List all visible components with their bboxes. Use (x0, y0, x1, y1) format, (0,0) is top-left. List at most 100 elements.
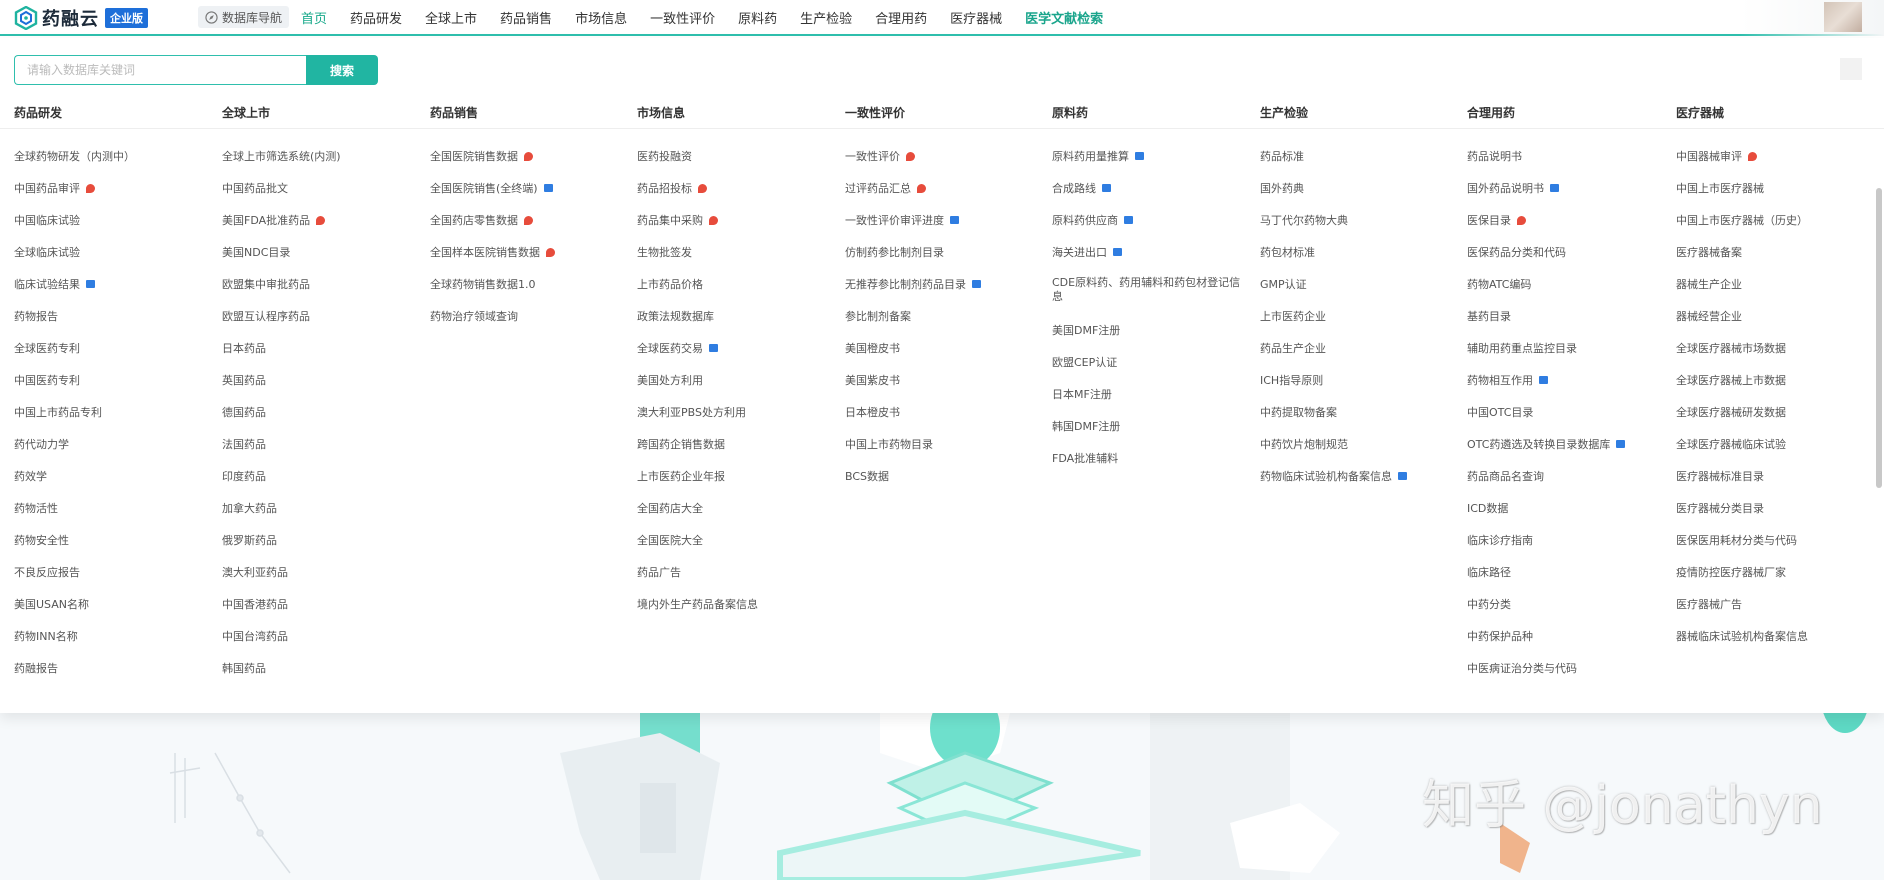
database-link[interactable]: 医保医用耗材分类与代码 (1676, 532, 1808, 564)
database-link[interactable]: 药融报告 (14, 660, 135, 692)
nav-global-launch[interactable]: 全球上市 (425, 8, 477, 27)
database-link[interactable]: 临床诊疗指南 (1467, 532, 1625, 564)
database-link[interactable]: 器械经营企业 (1676, 308, 1808, 340)
database-link[interactable]: 全球药物销售数据1.0 (430, 276, 555, 308)
database-link[interactable]: 药物活性 (14, 500, 135, 532)
nav-drug-sales[interactable]: 药品销售 (500, 8, 552, 27)
database-link[interactable]: 药代动力学 (14, 436, 135, 468)
database-link[interactable]: 全国药店零售数据 (430, 212, 555, 244)
database-link[interactable]: 欧盟CEP认证 (1052, 354, 1242, 386)
database-link[interactable]: 中国药品审评 (14, 180, 135, 212)
database-link[interactable]: 美国处方利用 (637, 372, 758, 404)
database-link[interactable]: 临床试验结果 (14, 276, 135, 308)
database-link[interactable]: 韩国药品 (222, 660, 341, 692)
database-link[interactable]: 参比制剂备案 (845, 308, 981, 340)
database-link[interactable]: 印度药品 (222, 468, 341, 500)
database-link[interactable]: 中药饮片炮制规范 (1260, 436, 1407, 468)
search-button[interactable]: 搜索 (306, 55, 378, 85)
nav-medical-devices[interactable]: 医疗器械 (950, 8, 1002, 27)
database-link[interactable]: 中国OTC目录 (1467, 404, 1625, 436)
database-link[interactable]: 中国上市药物目录 (845, 436, 981, 468)
database-link[interactable]: 中国药品批文 (222, 180, 341, 212)
database-link[interactable]: 中国上市医疗器械 (1676, 180, 1808, 212)
database-link[interactable]: 药品标准 (1260, 148, 1407, 180)
database-navigation-button[interactable]: 数据库导航 (198, 6, 290, 28)
database-link[interactable]: 日本橙皮书 (845, 404, 981, 436)
database-link[interactable]: FDA批准辅料 (1052, 450, 1242, 482)
database-link[interactable]: 器械生产企业 (1676, 276, 1808, 308)
database-link[interactable]: 全球医疗器械研发数据 (1676, 404, 1808, 436)
database-link[interactable]: 无推荐参比制剂药品目录 (845, 276, 981, 308)
database-link[interactable]: 美国橙皮书 (845, 340, 981, 372)
database-link[interactable]: 生物批签发 (637, 244, 758, 276)
panel-scrollbar[interactable] (1876, 188, 1882, 488)
database-link[interactable]: 中药保护品种 (1467, 628, 1625, 660)
database-link[interactable]: 全球临床试验 (14, 244, 135, 276)
database-link[interactable]: 境内外生产药品备案信息 (637, 596, 758, 628)
database-link[interactable]: 医疗器械标准目录 (1676, 468, 1808, 500)
database-link[interactable]: 全球药物研发（内测中） (14, 148, 135, 180)
database-link[interactable]: 中国医药专利 (14, 372, 135, 404)
database-link[interactable]: 医保目录 (1467, 212, 1625, 244)
database-link[interactable]: 国外药品说明书 (1467, 180, 1625, 212)
database-link[interactable]: 全球医药交易 (637, 340, 758, 372)
database-link[interactable]: 上市医药企业 (1260, 308, 1407, 340)
database-link[interactable]: 澳大利亚PBS处方利用 (637, 404, 758, 436)
database-link[interactable]: 政策法规数据库 (637, 308, 758, 340)
database-link[interactable]: 疫情防控医疗器械厂家 (1676, 564, 1808, 596)
database-link[interactable]: CDE原料药、药用辅料和药包材登记信息 (1052, 276, 1242, 322)
database-link[interactable]: 药物临床试验机构备案信息 (1260, 468, 1407, 500)
database-link[interactable]: 一致性评价 (845, 148, 981, 180)
database-link[interactable]: 跨国药企销售数据 (637, 436, 758, 468)
database-link[interactable]: 药物报告 (14, 308, 135, 340)
database-link[interactable]: 中国台湾药品 (222, 628, 341, 660)
database-link[interactable]: BCS数据 (845, 468, 981, 500)
database-link[interactable]: OTC药遴选及转换目录数据库 (1467, 436, 1626, 468)
database-link[interactable]: 美国紫皮书 (845, 372, 981, 404)
nav-api[interactable]: 原料药 (738, 8, 777, 27)
database-link[interactable]: GMP认证 (1260, 276, 1407, 308)
database-link[interactable]: 上市医药企业年报 (637, 468, 758, 500)
database-link[interactable]: 药物治疗领域查询 (430, 308, 555, 340)
database-link[interactable]: 韩国DMF注册 (1052, 418, 1242, 450)
database-link[interactable]: 英国药品 (222, 372, 341, 404)
database-link[interactable]: 欧盟集中审批药品 (222, 276, 341, 308)
database-link[interactable]: 上市药品价格 (637, 276, 758, 308)
database-link[interactable]: 器械临床试验机构备案信息 (1676, 628, 1808, 660)
nav-home[interactable]: 首页 (301, 8, 327, 27)
database-link[interactable]: 日本药品 (222, 340, 341, 372)
database-link[interactable]: 海关进出口 (1052, 244, 1242, 276)
nav-production-inspection[interactable]: 生产检验 (800, 8, 852, 27)
database-link[interactable]: 药品广告 (637, 564, 758, 596)
database-link[interactable]: 合成路线 (1052, 180, 1242, 212)
database-link[interactable]: ICH指导原则 (1260, 372, 1407, 404)
database-link[interactable]: 药品生产企业 (1260, 340, 1407, 372)
database-link[interactable]: 全球医药专利 (14, 340, 135, 372)
database-link[interactable]: 全球医疗器械上市数据 (1676, 372, 1808, 404)
nav-literature-search[interactable]: 医学文献检索 (1025, 8, 1103, 27)
database-link[interactable]: 全球医疗器械临床试验 (1676, 436, 1808, 468)
nav-rational-drug-use[interactable]: 合理用药 (875, 8, 927, 27)
database-link[interactable]: 医疗器械备案 (1676, 244, 1808, 276)
database-link[interactable]: 中药分类 (1467, 596, 1625, 628)
database-link[interactable]: 基药目录 (1467, 308, 1625, 340)
database-link[interactable]: 药品说明书 (1467, 148, 1625, 180)
database-link[interactable]: 辅助用药重点监控目录 (1467, 340, 1625, 372)
database-link[interactable]: 过评药品汇总 (845, 180, 981, 212)
database-link[interactable]: 美国DMF注册 (1052, 322, 1242, 354)
database-link[interactable]: 法国药品 (222, 436, 341, 468)
database-link[interactable]: 澳大利亚药品 (222, 564, 341, 596)
database-link[interactable]: 中药提取物备案 (1260, 404, 1407, 436)
database-link[interactable]: 药包材标准 (1260, 244, 1407, 276)
database-link[interactable]: 药物安全性 (14, 532, 135, 564)
database-link[interactable]: 美国USAN名称 (14, 596, 135, 628)
database-link[interactable]: 医药投融资 (637, 148, 758, 180)
database-link[interactable]: 医保药品分类和代码 (1467, 244, 1625, 276)
database-link[interactable]: 药物INN名称 (14, 628, 135, 660)
brand-logo[interactable]: 药融云 企业版 (14, 5, 148, 31)
database-link[interactable]: 药物相互作用 (1467, 372, 1625, 404)
database-link[interactable]: 加拿大药品 (222, 500, 341, 532)
database-link[interactable]: 中医病证治分类与代码 (1467, 660, 1625, 692)
database-link[interactable]: 俄罗斯药品 (222, 532, 341, 564)
database-link[interactable]: 全国药店大全 (637, 500, 758, 532)
